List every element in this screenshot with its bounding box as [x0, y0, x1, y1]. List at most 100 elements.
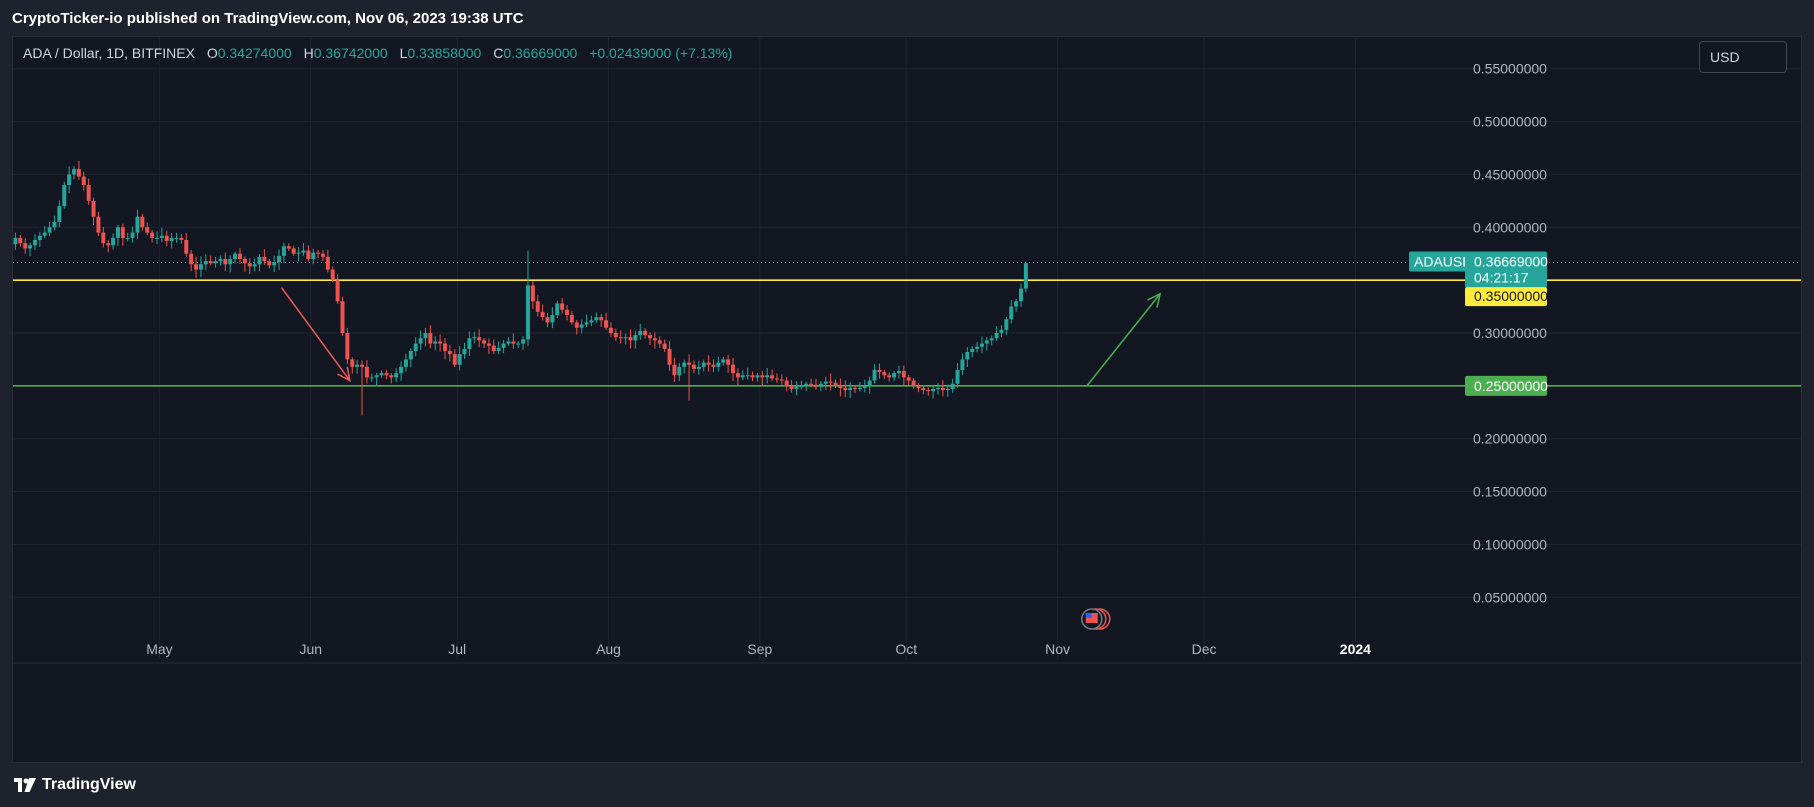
candle	[672, 357, 677, 382]
candle	[560, 298, 565, 314]
candle	[1014, 298, 1019, 312]
candle-body	[804, 383, 809, 386]
candle-body	[218, 259, 223, 262]
candle	[823, 376, 828, 391]
candle-body	[447, 350, 452, 355]
candle	[940, 380, 945, 397]
candle	[623, 333, 628, 345]
candle	[745, 367, 750, 380]
candle	[574, 319, 579, 335]
candle-body	[125, 237, 130, 239]
candle	[765, 368, 770, 384]
candle-body	[281, 246, 286, 256]
candle-body	[72, 169, 77, 175]
candle-body	[931, 389, 936, 392]
chart-panel[interactable]: 0.05000000 0.10000000 0.15000000 0.20000000…	[12, 36, 1802, 763]
publisher-name[interactable]: CryptoTicker-io	[12, 10, 123, 27]
candle	[540, 304, 545, 321]
candle	[213, 256, 218, 268]
candle-body	[687, 362, 692, 365]
candle-body	[657, 340, 662, 344]
candle	[101, 226, 106, 248]
candle	[496, 341, 501, 355]
candle	[696, 361, 701, 375]
candle	[731, 357, 735, 382]
candle	[984, 337, 989, 351]
candle	[760, 370, 765, 386]
candle-body	[208, 261, 213, 264]
candle	[584, 314, 589, 328]
candle-body	[189, 253, 194, 265]
candle-body	[970, 348, 975, 353]
event-markers[interactable]	[1081, 608, 1111, 630]
candle-body	[472, 337, 477, 339]
candle-body	[521, 339, 526, 344]
candle-body	[955, 370, 960, 384]
candle	[364, 360, 369, 384]
candle-body	[867, 380, 872, 386]
candle-body	[599, 317, 604, 321]
candle	[384, 369, 389, 380]
candle-body	[57, 206, 62, 222]
candle	[550, 307, 555, 329]
candle	[223, 252, 228, 272]
candle-body	[843, 387, 848, 391]
price-chart[interactable]: 0.05000000 0.10000000 0.15000000 0.20000000…	[13, 37, 1801, 762]
candle-body	[1014, 301, 1019, 307]
candle-body	[267, 261, 272, 266]
candle-body	[774, 378, 779, 380]
time-axis[interactable]: May Jun Jul Aug Sep Oct Nov Dec 2024	[13, 641, 1801, 664]
candle	[447, 344, 452, 362]
candle	[887, 372, 892, 382]
candle	[848, 382, 853, 398]
candle-body	[799, 385, 804, 387]
candle-body	[355, 364, 360, 367]
candle-body	[37, 235, 42, 240]
candle-body	[340, 301, 345, 333]
candle-body	[779, 379, 784, 381]
candle	[281, 242, 286, 264]
candle	[408, 348, 413, 368]
candle	[711, 359, 716, 373]
candle-body	[677, 366, 682, 376]
candle-body	[560, 303, 565, 310]
candle	[267, 258, 272, 269]
candle-body	[545, 317, 550, 323]
candle	[916, 382, 921, 393]
arrow-shaft	[280, 287, 351, 382]
candle-body	[403, 359, 408, 367]
price-axis[interactable]: 0.05000000 0.10000000 0.15000000 0.20000000…	[1473, 61, 1547, 606]
candle-body	[833, 382, 838, 386]
candle-body	[696, 366, 701, 369]
candle-body	[652, 338, 657, 341]
candle-body	[140, 216, 145, 228]
candle	[374, 372, 379, 386]
tradingview-logo[interactable]: TradingView	[14, 776, 136, 794]
currency-button[interactable]: USD	[1699, 41, 1787, 73]
candle-body	[608, 327, 613, 333]
candle-body	[135, 216, 140, 233]
candle	[389, 372, 394, 384]
candle	[443, 337, 447, 360]
candle	[838, 378, 843, 397]
open-value: 0.34274000	[217, 45, 292, 61]
candlestick-series	[13, 160, 1028, 416]
candle	[125, 232, 130, 242]
candle	[657, 336, 662, 348]
candle	[521, 336, 526, 350]
candle-body	[916, 385, 921, 388]
candle-body	[765, 375, 770, 378]
candle-body	[399, 366, 404, 374]
candle	[525, 250, 530, 347]
candle	[1019, 283, 1023, 307]
candle-body	[237, 253, 242, 259]
candle-body	[320, 253, 325, 257]
candle-body	[67, 174, 72, 185]
candle-body	[350, 359, 355, 367]
candle	[516, 341, 521, 349]
candle-body	[325, 256, 330, 270]
symbol-title[interactable]: ADA / Dollar, 1D, BITFINEX	[23, 45, 195, 61]
candle-body	[979, 343, 984, 347]
candle-body	[130, 232, 135, 238]
candle	[330, 266, 335, 283]
